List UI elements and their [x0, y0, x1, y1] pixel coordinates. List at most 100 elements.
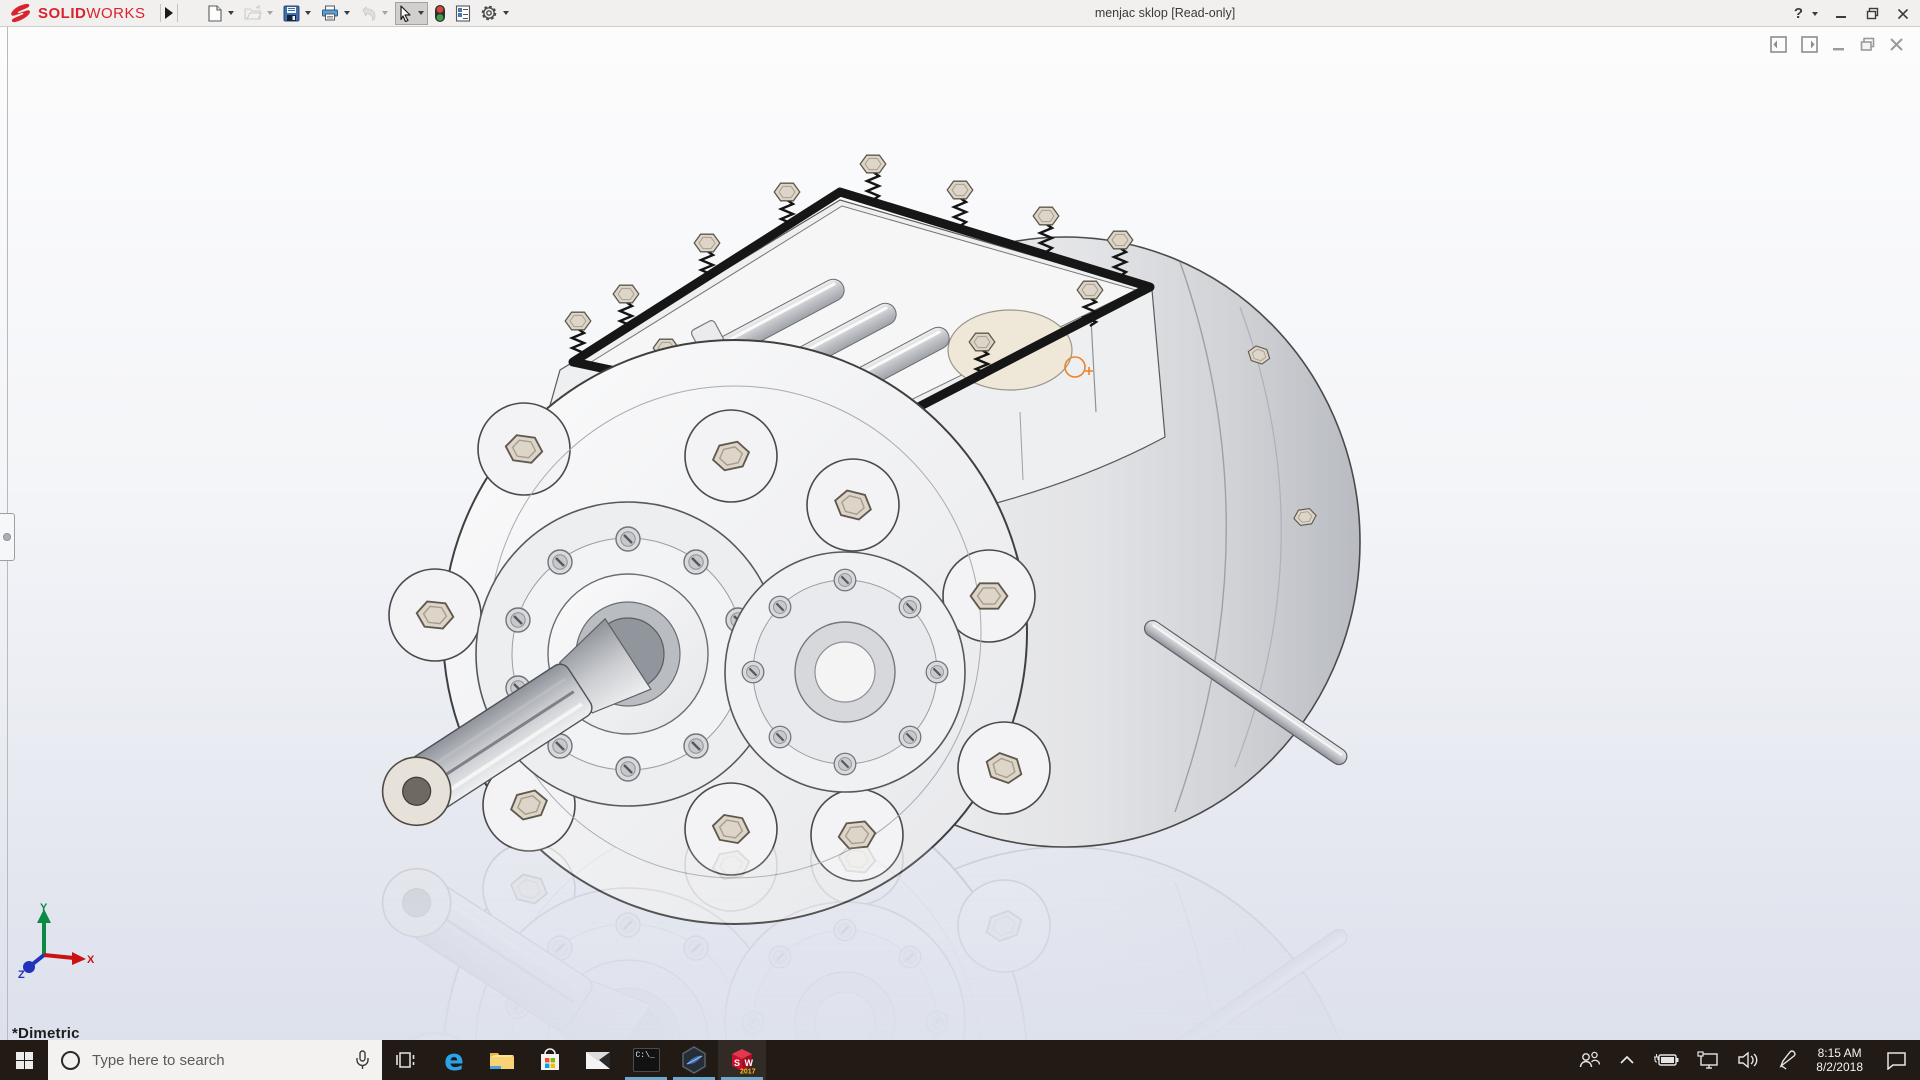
svg-text:S: S — [734, 1058, 740, 1068]
window-title: menjac sklop [Read-only] — [1095, 0, 1235, 27]
speaker-icon — [1737, 1051, 1759, 1069]
chevron-up-icon — [1619, 1055, 1635, 1065]
undo-icon — [360, 6, 377, 21]
solidworks-logo-icon — [8, 3, 34, 23]
battery-button[interactable] — [1644, 1040, 1688, 1080]
network-icon — [1697, 1051, 1719, 1069]
action-center-icon — [1886, 1051, 1907, 1070]
clock-time: 8:15 AM — [1816, 1046, 1863, 1060]
windows-logo-icon — [16, 1052, 33, 1069]
doc-minimize-icon[interactable] — [1832, 38, 1846, 52]
start-button[interactable] — [0, 1040, 48, 1080]
edge-button[interactable]: e — [430, 1040, 478, 1080]
dropdown-arrow-icon[interactable] — [418, 11, 424, 15]
brand-works: WORKS — [86, 5, 145, 22]
splitter-dot-icon — [3, 533, 11, 541]
store-button[interactable] — [526, 1040, 574, 1080]
microphone-icon[interactable] — [355, 1050, 370, 1070]
clock-date: 8/2/2018 — [1816, 1060, 1863, 1074]
dropdown-arrow-icon[interactable] — [267, 11, 273, 15]
triad-z-label: Z — [18, 969, 25, 979]
file-explorer-button[interactable] — [478, 1040, 526, 1080]
menu-flyout-arrow-icon[interactable] — [165, 7, 173, 19]
open-folder-icon — [244, 5, 262, 21]
hexagon-cad-app-icon — [681, 1046, 707, 1074]
svg-text:W: W — [745, 1058, 754, 1068]
system-tray: 8:15 AM 8/2/2018 — [1570, 1040, 1920, 1080]
gearbox-3d-model[interactable] — [320, 112, 1420, 1040]
dropdown-arrow-icon[interactable] — [382, 11, 388, 15]
options-button[interactable] — [477, 2, 513, 25]
print-icon — [321, 5, 339, 21]
splitter-handle[interactable] — [0, 513, 15, 561]
dropdown-arrow-icon[interactable] — [1812, 12, 1818, 16]
restore-icon — [1866, 7, 1879, 20]
file-properties-button[interactable] — [452, 2, 474, 25]
help-button[interactable]: ? — [1792, 5, 1821, 22]
separator — [160, 4, 161, 22]
pane-toggle-right-icon[interactable] — [1801, 36, 1818, 53]
rebuild-button[interactable] — [431, 2, 449, 25]
graphics-area[interactable]: Y X Z *Dimetric — [0, 27, 1920, 1040]
hexagon-cad-app-button[interactable] — [670, 1040, 718, 1080]
action-center-button[interactable] — [1873, 1040, 1920, 1080]
volume-button[interactable] — [1728, 1040, 1768, 1080]
dropdown-arrow-icon[interactable] — [305, 11, 311, 15]
triad-y-label: Y — [40, 903, 48, 914]
minimize-icon — [1835, 8, 1847, 20]
open-button[interactable] — [241, 2, 277, 25]
command-prompt-button[interactable]: C:\_ — [622, 1040, 670, 1080]
command-prompt-icon: C:\_ — [633, 1048, 660, 1072]
store-icon — [539, 1048, 561, 1072]
svg-text:2017: 2017 — [740, 1069, 756, 1075]
close-icon — [1897, 8, 1909, 20]
mail-button[interactable] — [574, 1040, 622, 1080]
solidworks-app-icon: S W 2017 — [728, 1046, 756, 1074]
doc-restore-icon[interactable] — [1860, 37, 1875, 52]
edge-icon: e — [444, 1046, 464, 1075]
restore-button[interactable] — [1861, 3, 1883, 25]
rebuild-traffic-light-icon — [434, 4, 446, 23]
pane-toggle-left-icon[interactable] — [1770, 36, 1787, 53]
mail-icon — [585, 1051, 611, 1070]
doc-close-icon[interactable] — [1889, 37, 1904, 52]
new-document-icon — [207, 5, 223, 22]
network-button[interactable] — [1688, 1040, 1728, 1080]
select-cursor-icon — [398, 5, 413, 22]
save-floppy-icon — [283, 5, 300, 22]
solidworks-app-button[interactable]: S W 2017 — [718, 1040, 766, 1080]
file-properties-icon — [455, 5, 471, 22]
task-view-button[interactable] — [382, 1040, 430, 1080]
orientation-triad: Y X Z — [16, 903, 94, 984]
taskbar-search[interactable] — [48, 1040, 382, 1080]
undo-button[interactable] — [357, 2, 392, 25]
gear-icon — [480, 4, 498, 22]
triad-x-label: X — [87, 954, 94, 966]
separator — [177, 4, 178, 22]
cortana-icon — [61, 1051, 80, 1070]
new-document-button[interactable] — [204, 2, 238, 25]
document-window-controls — [1770, 36, 1904, 53]
view-orientation-label: *Dimetric — [12, 1025, 80, 1040]
quick-access-toolbar — [204, 0, 516, 27]
title-bar: SOLIDWORKS — [0, 0, 1920, 27]
battery-icon — [1653, 1053, 1679, 1067]
dropdown-arrow-icon[interactable] — [228, 11, 234, 15]
hidden-icons-button[interactable] — [1610, 1040, 1644, 1080]
pen-icon — [1777, 1050, 1797, 1070]
task-view-icon — [396, 1050, 416, 1070]
dropdown-arrow-icon[interactable] — [503, 11, 509, 15]
taskbar-clock[interactable]: 8:15 AM 8/2/2018 — [1806, 1040, 1873, 1080]
file-explorer-icon — [489, 1049, 515, 1071]
save-button[interactable] — [280, 2, 315, 25]
search-input[interactable] — [92, 1052, 343, 1069]
print-button[interactable] — [318, 2, 354, 25]
dropdown-arrow-icon[interactable] — [344, 11, 350, 15]
close-button[interactable] — [1892, 3, 1914, 25]
people-button[interactable] — [1570, 1040, 1610, 1080]
select-tool-button[interactable] — [395, 2, 428, 25]
brand-solid: SOLID — [38, 5, 86, 22]
minimize-button[interactable] — [1830, 3, 1852, 25]
solidworks-logo: SOLIDWORKS — [8, 0, 146, 27]
windows-ink-button[interactable] — [1768, 1040, 1806, 1080]
